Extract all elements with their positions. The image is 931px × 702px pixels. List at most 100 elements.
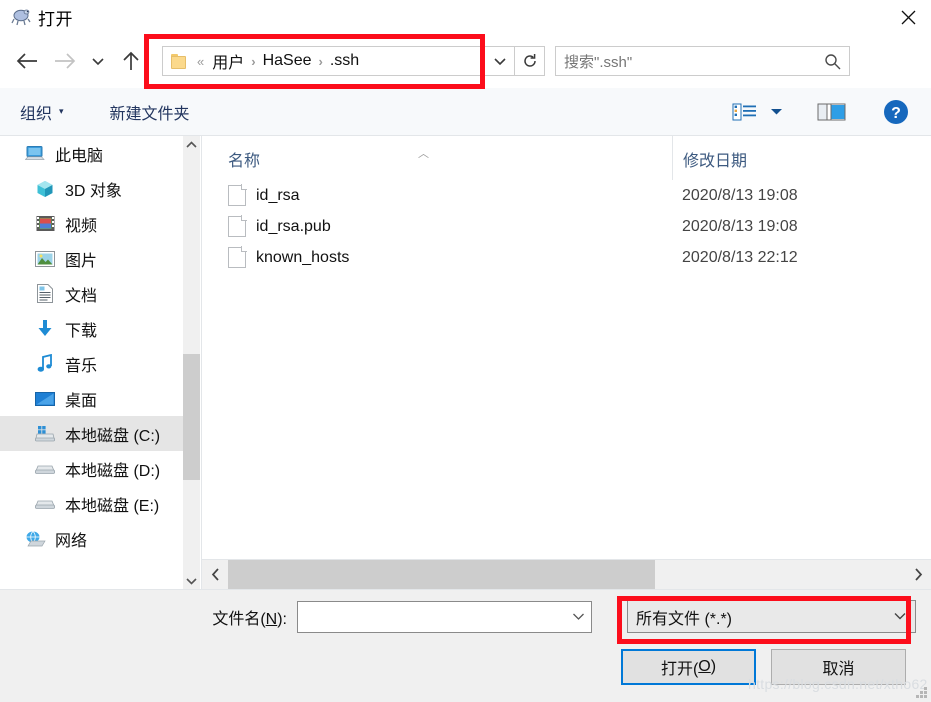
file-name-label: id_rsa.pub <box>256 217 331 235</box>
file-icon <box>228 184 247 206</box>
scroll-left-button[interactable] <box>202 568 228 581</box>
new-folder-button[interactable]: 新建文件夹 <box>104 96 196 128</box>
sidebar-item-label: 图片 <box>65 252 98 270</box>
sidebar-item-pictures[interactable]: 图片 <box>0 241 200 276</box>
sidebar-item-this-pc[interactable]: 此电脑 <box>0 136 200 171</box>
sidebar-item-3d-objects[interactable]: 3D 对象 <box>0 171 200 206</box>
help-button[interactable]: ? <box>877 95 915 129</box>
filename-label: 文件名(N): <box>0 605 297 629</box>
breadcrumb-item-0[interactable]: 用户 <box>212 49 244 73</box>
pictures-icon <box>34 249 56 269</box>
sidebar-item-label: 此电脑 <box>55 147 104 165</box>
file-list-pane: ︿ 名称 修改日期 id_rsa 2020/8/13 19:08 id_rsa.… <box>201 136 931 589</box>
horizontal-scrollbar[interactable] <box>202 559 931 589</box>
resize-grip[interactable] <box>915 686 928 699</box>
open-button[interactable]: 打开(O) <box>621 649 756 685</box>
column-header-date[interactable]: 修改日期 <box>672 136 931 180</box>
file-date-cell: 2020/8/13 22:12 <box>682 248 798 266</box>
preview-pane-button[interactable] <box>811 95 853 129</box>
file-date-cell: 2020/8/13 19:08 <box>682 186 798 204</box>
watermark: https://blog.csdn.net/xtho62 <box>748 676 928 692</box>
scrollbar-track[interactable] <box>183 153 200 572</box>
sidebar-item-label: 网络 <box>55 532 88 550</box>
filename-input[interactable] <box>297 601 592 633</box>
scroll-up-button[interactable] <box>183 136 200 153</box>
sidebar-item-local-disk-e[interactable]: 本地磁盘 (E:) <box>0 486 200 521</box>
sidebar-item-network[interactable]: 网络 <box>0 521 200 556</box>
breadcrumb-overflow[interactable]: « <box>197 54 204 69</box>
preview-pane-icon <box>817 103 846 120</box>
filename-accelerator: N <box>265 611 278 628</box>
up-button[interactable] <box>112 42 150 80</box>
sidebar-item-label: 视频 <box>65 217 98 235</box>
sidebar-item-local-disk-c[interactable]: 本地磁盘 (C:) <box>0 416 200 451</box>
file-name-cell: id_rsa <box>202 184 672 206</box>
address-dropdown-button[interactable] <box>485 46 515 76</box>
view-list-icon <box>732 103 756 120</box>
help-icon: ? <box>884 99 908 124</box>
file-type-value: 所有文件 (*.*) <box>636 610 733 628</box>
scroll-down-button[interactable] <box>183 572 200 589</box>
file-icon <box>228 215 247 237</box>
search-input[interactable]: 搜索".ssh" <box>564 51 824 72</box>
scrollbar-track[interactable] <box>228 560 905 589</box>
filename-label-pre: 文件名( <box>212 611 266 628</box>
scrollbar-thumb[interactable] <box>183 354 200 480</box>
refresh-button[interactable] <box>515 46 545 76</box>
close-button[interactable] <box>885 0 931 34</box>
file-rows: id_rsa 2020/8/13 19:08 id_rsa.pub 2020/8… <box>202 180 931 559</box>
arrow-right-icon <box>55 53 76 69</box>
open-accelerator: O <box>698 658 711 675</box>
3d-objects-icon <box>34 179 56 199</box>
documents-icon <box>34 284 56 304</box>
breadcrumb-separator[interactable]: › <box>319 54 323 69</box>
command-toolbar: 组织 ▾ 新建文件夹 ? <box>0 88 931 136</box>
column-header-row: ︿ 名称 修改日期 <box>202 136 931 180</box>
file-name-label: id_rsa <box>256 186 300 204</box>
this-pc-icon <box>24 144 46 164</box>
sidebar-item-music[interactable]: 音乐 <box>0 346 200 381</box>
filename-label-post: ): <box>277 611 287 628</box>
column-header-name[interactable]: ︿ 名称 <box>202 147 672 180</box>
chevron-down-icon <box>771 109 782 115</box>
sort-ascending-icon: ︿ <box>418 148 429 160</box>
folder-icon <box>171 53 188 69</box>
sidebar-item-downloads[interactable]: 下载 <box>0 311 200 346</box>
open-label-post: ) <box>710 658 717 675</box>
chevron-right-icon <box>914 568 922 581</box>
chevron-down-icon: ▾ <box>59 106 64 116</box>
forward-button[interactable] <box>46 42 84 80</box>
scroll-right-button[interactable] <box>905 568 931 581</box>
chevron-up-icon <box>186 140 197 148</box>
view-mode-dropdown[interactable] <box>764 95 789 129</box>
file-type-select[interactable]: 所有文件 (*.*) <box>627 600 916 633</box>
table-row[interactable]: id_rsa.pub 2020/8/13 19:08 <box>202 211 931 242</box>
breadcrumb-item-2[interactable]: .ssh <box>330 52 359 70</box>
python-turtle-icon <box>10 6 32 28</box>
file-name-cell: id_rsa.pub <box>202 215 672 237</box>
column-header-date-label: 修改日期 <box>683 153 748 170</box>
desktop-icon <box>34 389 56 409</box>
breadcrumb-separator[interactable]: › <box>251 54 255 69</box>
videos-icon <box>34 214 56 234</box>
address-bar[interactable]: « 用户 › HaSee › .ssh <box>162 46 485 76</box>
organize-button[interactable]: 组织 ▾ <box>14 96 70 128</box>
chevron-down-icon[interactable] <box>572 610 585 624</box>
table-row[interactable]: known_hosts 2020/8/13 22:12 <box>202 242 931 273</box>
view-mode-button[interactable] <box>726 95 764 129</box>
sidebar-item-label: 文档 <box>65 287 98 305</box>
sidebar-item-local-disk-d[interactable]: 本地磁盘 (D:) <box>0 451 200 486</box>
sidebar-scrollbar[interactable] <box>183 136 200 589</box>
sidebar-item-videos[interactable]: 视频 <box>0 206 200 241</box>
chevron-down-icon[interactable] <box>893 610 907 624</box>
back-button[interactable] <box>8 42 46 80</box>
title-bar: 打开 <box>0 0 931 34</box>
sidebar-item-documents[interactable]: 文档 <box>0 276 200 311</box>
table-row[interactable]: id_rsa 2020/8/13 19:08 <box>202 180 931 211</box>
search-box[interactable]: 搜索".ssh" <box>555 46 850 76</box>
sidebar-item-label: 本地磁盘 (D:) <box>65 462 161 480</box>
breadcrumb-item-1[interactable]: HaSee <box>263 52 312 70</box>
recent-locations-button[interactable] <box>84 42 112 80</box>
sidebar-item-desktop[interactable]: 桌面 <box>0 381 200 416</box>
scrollbar-thumb[interactable] <box>228 560 655 589</box>
